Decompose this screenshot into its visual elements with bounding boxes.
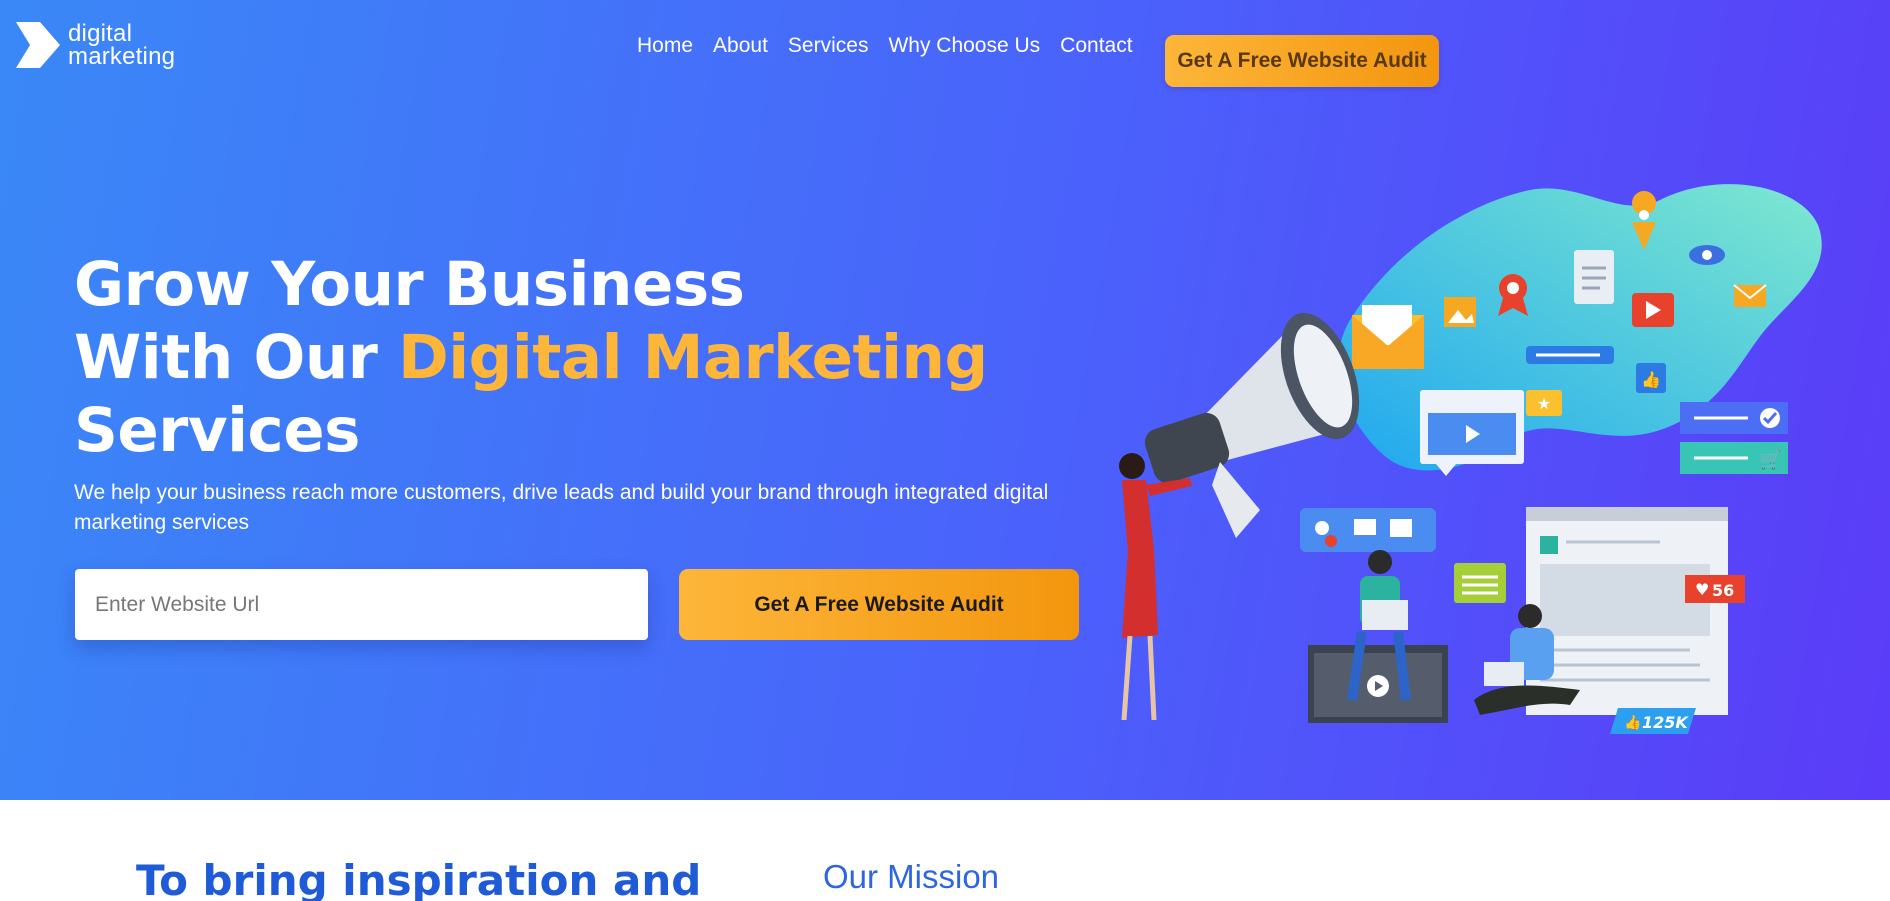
nav-why-choose-us[interactable]: Why Choose Us (888, 34, 1040, 58)
headline-line-1: Grow Your Business (74, 249, 745, 320)
marketing-illustration: 👍 ★ 🛒 ♥ 56 👍 125K (1119, 184, 1822, 734)
image-icon (1444, 297, 1476, 327)
brand-logo[interactable]: digital marketing (16, 20, 176, 70)
video-card (1420, 390, 1524, 476)
hero-section: digital marketing Home About Services Wh… (0, 0, 1890, 800)
hero-audit-button[interactable]: Get A Free Website Audit (679, 569, 1079, 640)
headline-line-2-prefix: With Our (74, 322, 399, 393)
website-url-input[interactable] (75, 569, 648, 640)
envelope-icon-small (1733, 284, 1767, 307)
hero-headline: Grow Your Business With Our Digital Mark… (74, 248, 1074, 467)
video-play-icon (1632, 293, 1674, 327)
check-card (1680, 402, 1788, 434)
monitor-screen (1308, 645, 1448, 723)
svg-text:56: 56 (1712, 581, 1734, 600)
brand-line-1: digital (68, 20, 133, 47)
star-badge-icon: ★ (1526, 390, 1562, 416)
svg-text:👍: 👍 (1641, 370, 1661, 389)
brand-line-2: marketing (68, 43, 176, 70)
browser-window (1526, 507, 1728, 715)
svg-text:🛒: 🛒 (1760, 449, 1782, 471)
nav-home[interactable]: Home (637, 34, 693, 58)
social-bubble (1300, 508, 1436, 552)
mission-heading: To bring inspiration and (136, 856, 702, 901)
thumbs-up-icon: 👍 (1636, 363, 1666, 393)
mission-label: Our Mission (823, 858, 1000, 895)
svg-text:★: ★ (1537, 394, 1551, 413)
svg-text:👍: 👍 (1624, 714, 1641, 731)
likes-badge: ♥ 56 (1685, 575, 1745, 603)
eye-icon (1689, 245, 1725, 265)
document-icon (1574, 250, 1614, 304)
followers-badge: 👍 125K (1610, 708, 1696, 734)
cart-card: 🛒 (1680, 442, 1788, 474)
nav-contact[interactable]: Contact (1060, 34, 1132, 58)
nav-about[interactable]: About (713, 34, 768, 58)
hero-subtext: We help your business reach more custome… (74, 481, 1049, 534)
svg-text:♥: ♥ (1695, 580, 1709, 599)
svg-text:125K: 125K (1642, 713, 1689, 732)
woman-figure (1119, 453, 1192, 721)
nav-audit-button[interactable]: Get A Free Website Audit (1165, 35, 1439, 87)
main-nav: Home About Services Why Choose Us Contac… (627, 34, 1143, 58)
nav-services[interactable]: Services (788, 34, 869, 58)
chat-bubble-icon (1454, 563, 1506, 603)
megaphone-icon (1144, 312, 1360, 538)
chevron-arrow-icon (16, 22, 60, 68)
headline-line-3: Services (74, 395, 360, 466)
progress-bar-icon (1526, 346, 1614, 364)
brand-name: digital marketing (68, 20, 176, 70)
headline-highlight: Digital Marketing (398, 322, 988, 393)
